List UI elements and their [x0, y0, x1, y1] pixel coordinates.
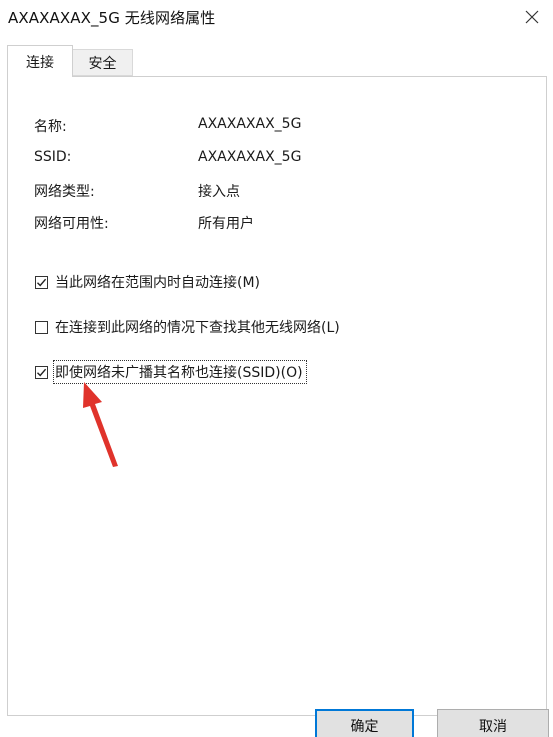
network-type-label: 网络类型:	[34, 184, 95, 200]
tab-security-label: 安全	[88, 55, 117, 72]
ssid-label: SSID:	[34, 149, 72, 165]
network-availability-value: 所有用户	[198, 216, 254, 232]
name-value: AXAXAXAX_5G	[198, 116, 302, 132]
tab-security[interactable]: 安全	[73, 49, 133, 76]
wireless-properties-dialog: AXAXAXAX_5G 无线网络属性 连接 安全 名称: AXAXAXAX_5G…	[0, 0, 553, 737]
name-label: 名称:	[34, 119, 67, 135]
search-other-networks-label: 在连接到此网络的情况下查找其他无线网络(L)	[55, 320, 340, 336]
search-other-networks-option[interactable]: 在连接到此网络的情况下查找其他无线网络(L)	[35, 316, 340, 338]
close-button[interactable]	[519, 4, 545, 30]
ok-button[interactable]: 确定	[315, 709, 414, 737]
network-availability-label: 网络可用性:	[34, 216, 109, 232]
tab-strip: 连接 安全	[7, 45, 547, 77]
cancel-button-label: 取消	[479, 719, 507, 735]
tab-connection-label: 连接	[26, 54, 54, 71]
search-other-networks-checkbox[interactable]	[35, 320, 48, 334]
auto-connect-label: 当此网络在范围内时自动连接(M)	[55, 275, 261, 291]
auto-connect-option[interactable]: 当此网络在范围内时自动连接(M)	[35, 271, 260, 293]
tab-connection[interactable]: 连接	[7, 45, 73, 77]
connect-hidden-ssid-checkbox[interactable]	[35, 365, 48, 379]
close-icon	[525, 10, 539, 24]
title-bar: AXAXAXAX_5G 无线网络属性	[0, 0, 553, 36]
ok-button-label: 确定	[350, 719, 379, 735]
check-icon	[36, 367, 47, 378]
connect-hidden-ssid-option[interactable]: 即使网络未广播其名称也连接(SSID)(O)	[35, 360, 307, 384]
connection-panel	[7, 76, 547, 716]
ssid-value: AXAXAXAX_5G	[198, 149, 302, 165]
connect-hidden-ssid-label: 即使网络未广播其名称也连接(SSID)(O)	[53, 360, 307, 384]
network-type-value: 接入点	[198, 184, 240, 200]
check-icon	[36, 277, 47, 288]
auto-connect-checkbox[interactable]	[35, 275, 48, 289]
cancel-button[interactable]: 取消	[437, 709, 549, 737]
window-title: AXAXAXAX_5G 无线网络属性	[8, 9, 216, 27]
